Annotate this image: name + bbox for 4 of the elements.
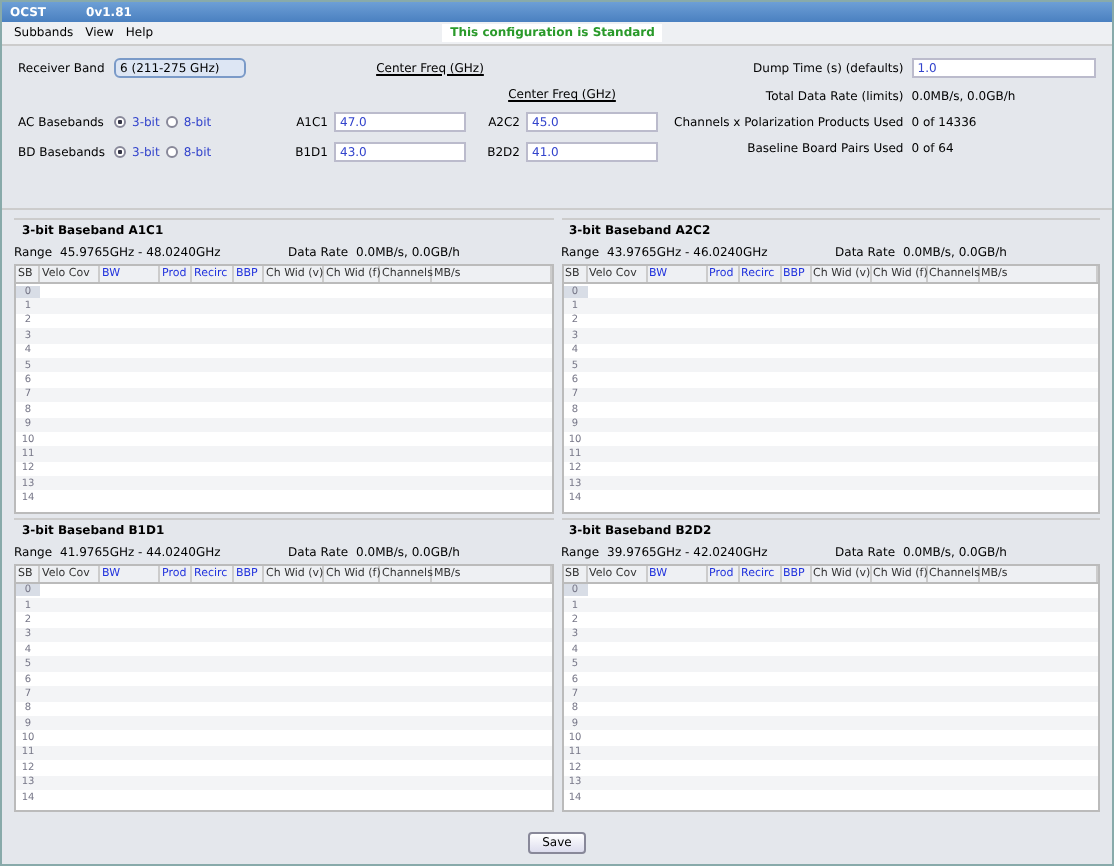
radio-button[interactable] [165, 146, 178, 158]
radio-button[interactable] [165, 116, 178, 128]
radio-button[interactable] [114, 146, 126, 158]
radio-button[interactable] [114, 116, 126, 128]
